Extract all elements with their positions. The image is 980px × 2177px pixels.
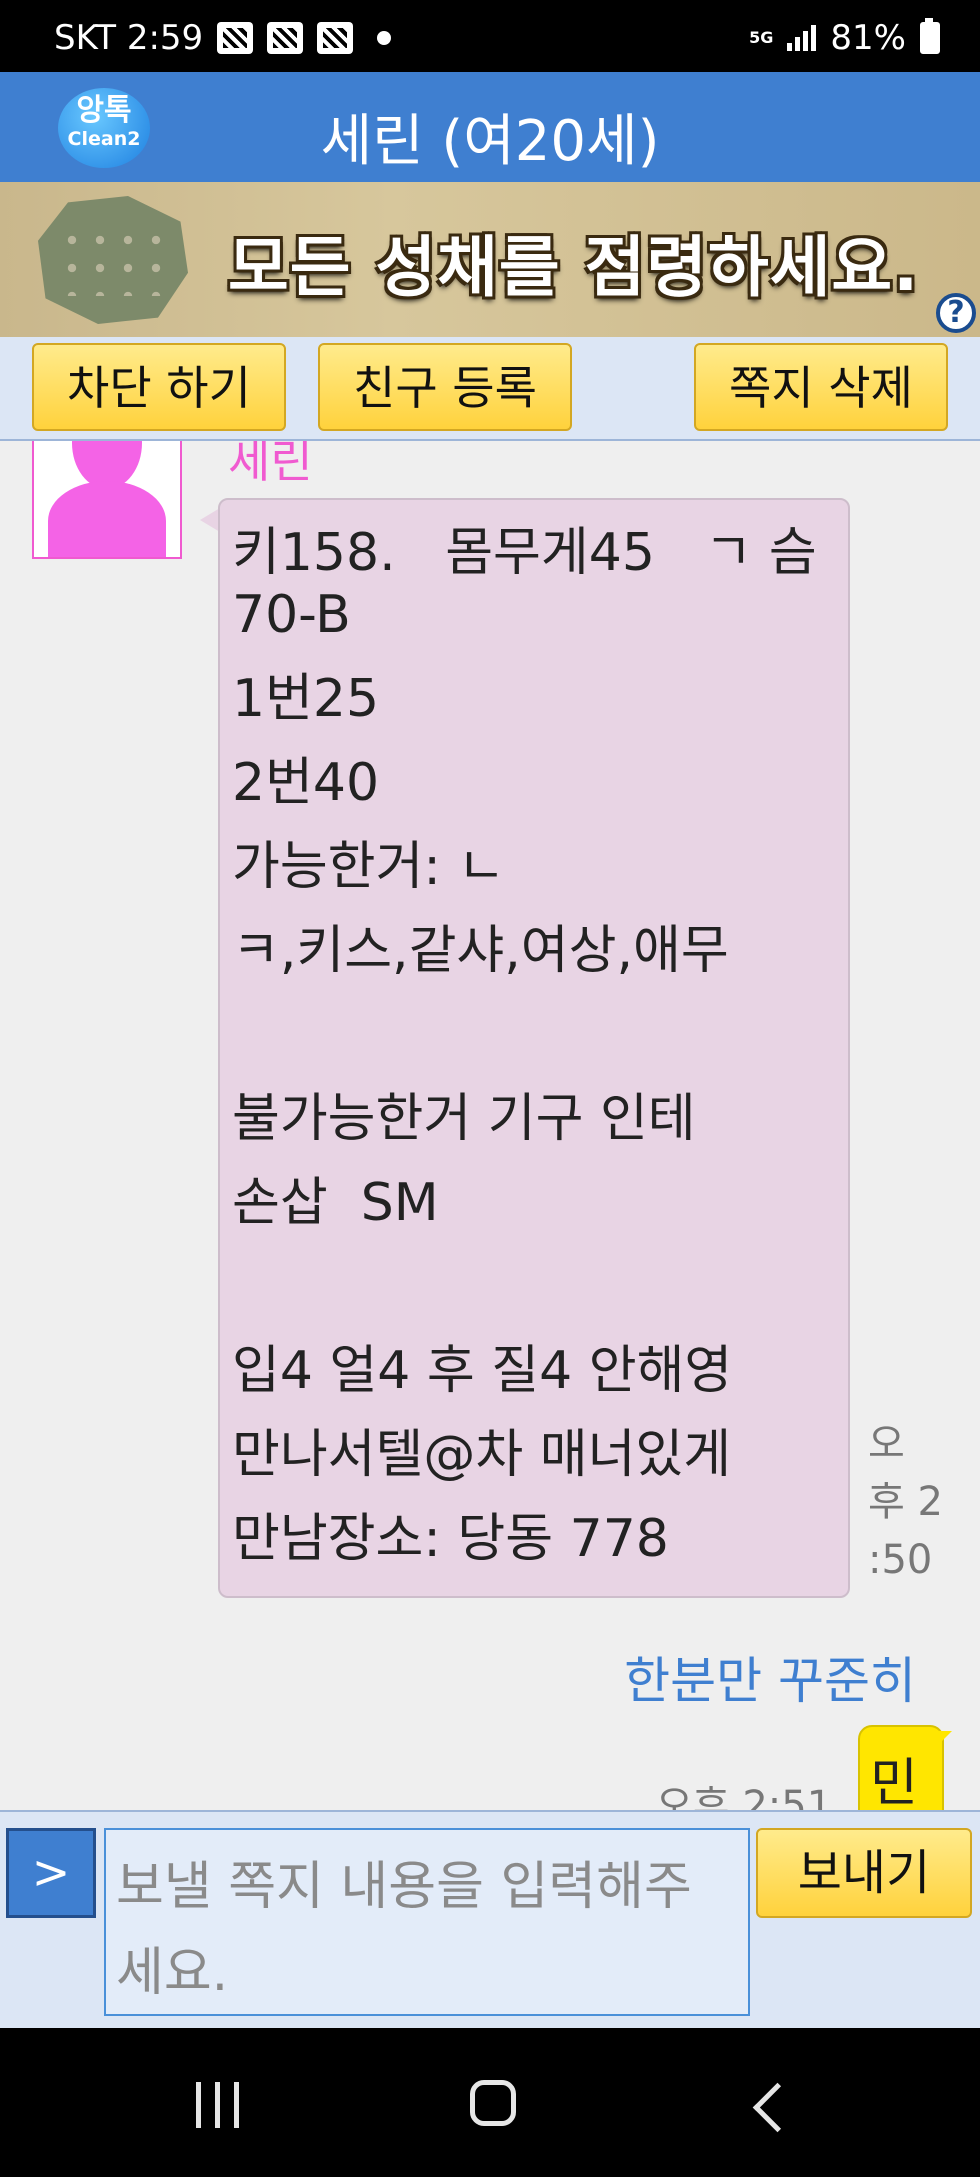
outgoing-message-text: 민: [870, 1754, 918, 1810]
delete-message-button[interactable]: 쪽지 삭제: [694, 343, 948, 431]
message-line: 2번40: [232, 753, 380, 813]
message-line: 1번25: [232, 669, 380, 729]
status-bar: SKT 2:59 5G 81%: [0, 0, 980, 72]
bubble-tail: [200, 508, 220, 532]
outgoing-message-bubble: 민: [858, 1725, 944, 1810]
outgoing-sender-name: 한분만 꾸준히: [624, 1652, 916, 1710]
timestamp-line: 후 2: [868, 1479, 943, 1525]
message-line: [232, 1256, 838, 1318]
back-icon[interactable]: [752, 2082, 803, 2133]
notification-icon: [217, 22, 254, 54]
timestamp-line: :50: [868, 1537, 933, 1583]
message-timestamp: 오 후 2 :50: [868, 1415, 964, 1589]
block-button[interactable]: 차단 하기: [32, 343, 286, 431]
message-line: 키158. 몸무게45 ㄱ 슴: [232, 523, 817, 583]
network-badge: 5G: [749, 28, 774, 47]
incoming-message-bubble: 키158. 몸무게45 ㄱ 슴 70-B 1번25 2번40 가능한거: ㄴ ㅋ…: [218, 498, 850, 1598]
message-line: 가능한거: ㄴ: [232, 837, 506, 897]
notification-icon: [317, 22, 354, 54]
battery-level: 81%: [830, 18, 906, 58]
status-right: 5G 81%: [749, 18, 940, 58]
ad-text: 모든 성채를 점령하세요.: [228, 229, 920, 306]
outgoing-timestamp: 오후 2:51: [656, 1783, 833, 1810]
message-line: 손삽 SM: [232, 1173, 439, 1233]
avatar-body: [48, 481, 166, 557]
recents-icon[interactable]: [196, 2082, 239, 2128]
battery-icon: [920, 18, 940, 54]
message-line: [232, 1004, 838, 1066]
message-input[interactable]: [104, 1828, 750, 2016]
signal-icon: [787, 25, 817, 51]
more-notifications-icon: [377, 31, 392, 45]
message-line: ㅋ,키스,같샤,여상,애무: [232, 921, 729, 981]
ad-banner[interactable]: 모든 성채를 점령하세요. ?: [0, 182, 980, 337]
sender-name: 세린: [228, 441, 313, 488]
outgoing-bubble-tail: [938, 1731, 952, 1745]
help-icon[interactable]: ?: [936, 293, 976, 333]
message-line: 불가능한거 기구 인테: [232, 1089, 696, 1149]
add-friend-button[interactable]: 친구 등록: [318, 343, 572, 431]
home-icon[interactable]: [470, 2080, 516, 2126]
message-line: 만나서텔@차 매너있게: [232, 1425, 732, 1485]
message-line: 70-B: [232, 585, 351, 645]
message-line: 입4 얼4 후 질4 안해영: [232, 1341, 733, 1401]
action-bar: 차단 하기 친구 등록 쪽지 삭제: [0, 337, 980, 441]
app-header: 앙톡 Clean2 세린 (여20세): [0, 72, 980, 182]
page-title: 세린 (여20세): [320, 109, 660, 174]
send-button[interactable]: 보내기: [756, 1828, 972, 1918]
input-bar: > 보내기: [0, 1810, 980, 2030]
message-line: 만남장소: 당동 778: [232, 1509, 669, 1569]
system-nav-bar: [0, 2028, 980, 2177]
status-left: SKT 2:59: [54, 18, 392, 58]
carrier-time: SKT 2:59: [54, 18, 204, 58]
notification-icon: [267, 22, 304, 54]
castle-map-icon: [38, 196, 188, 324]
chat-area[interactable]: 세린 키158. 몸무게45 ㄱ 슴 70-B 1번25 2번40 가능한거: …: [0, 441, 980, 1810]
expand-button[interactable]: >: [6, 1828, 96, 1918]
avatar[interactable]: [32, 441, 182, 559]
timestamp-line: 오: [868, 1421, 905, 1467]
